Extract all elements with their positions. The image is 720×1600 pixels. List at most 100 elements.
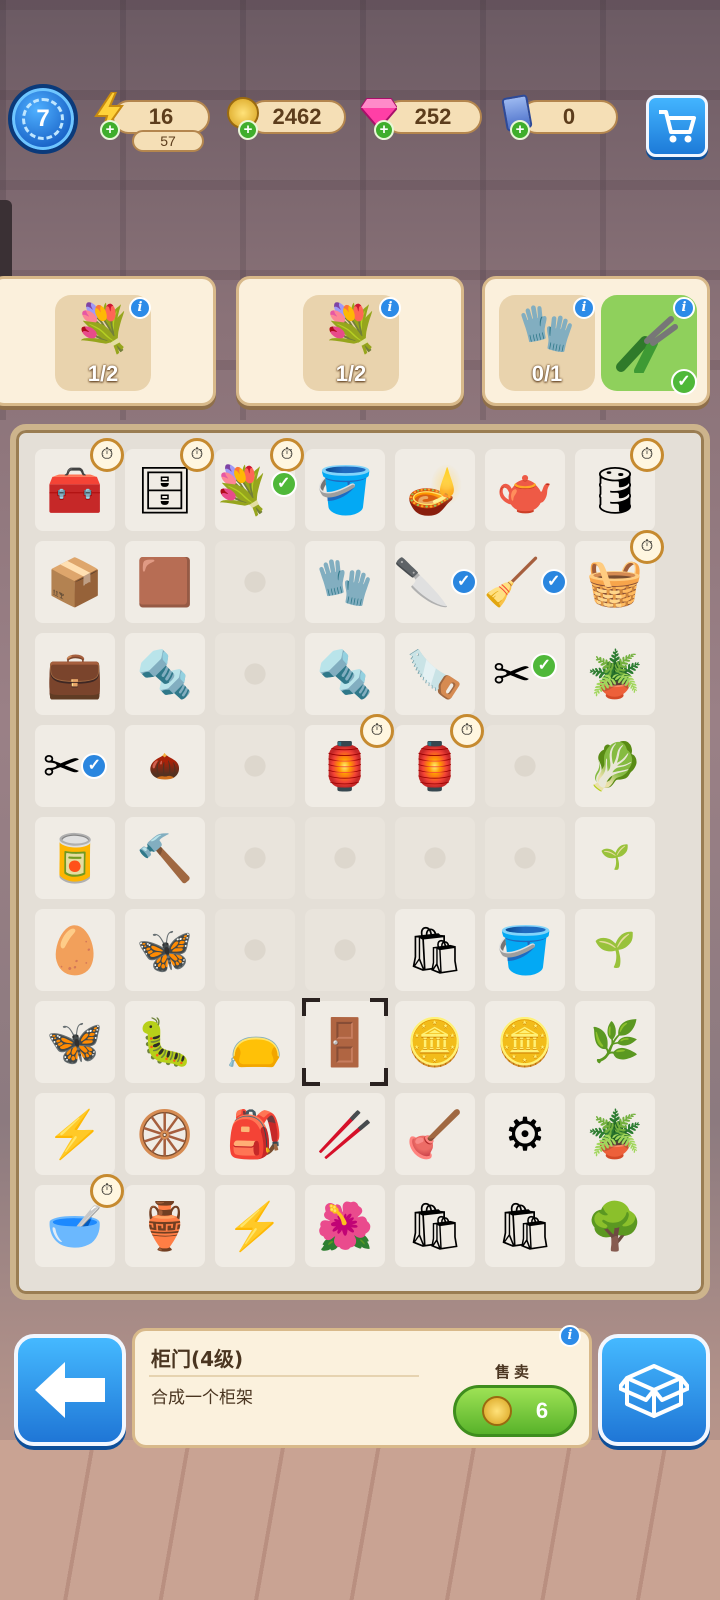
board-cell[interactable]: 🪙 (480, 996, 570, 1088)
board-cell[interactable]: 🎒 (210, 1088, 300, 1180)
board-cell-empty[interactable] (480, 812, 570, 904)
tool-bucket-icon: 🧺 (586, 556, 644, 608)
board-cell[interactable]: ⚡ (30, 1088, 120, 1180)
board-cell[interactable]: 🔩 (300, 628, 390, 720)
board-cell[interactable]: 🌰 (120, 720, 210, 812)
coin-icon (481, 1396, 512, 1426)
storage-box-button[interactable] (598, 1334, 710, 1446)
board-cell[interactable]: 🌺 (300, 1180, 390, 1272)
potted-tree-icon: 🌳 (586, 1200, 644, 1252)
coin-plus-button[interactable]: + (238, 120, 258, 140)
board-cell[interactable]: 🧹 ✓ (480, 536, 570, 628)
screw-icon: 🔩 (316, 648, 374, 700)
seeds-icon: 🌰 (148, 751, 182, 781)
board-cell-empty[interactable] (210, 904, 300, 996)
board-cell-empty[interactable] (480, 720, 570, 812)
drawer-cabinet-icon: 🗄 (135, 464, 195, 516)
energy-plus-button[interactable]: + (100, 120, 120, 140)
info-icon[interactable]: i (673, 297, 695, 319)
board-cell[interactable]: 🦋 (120, 904, 210, 996)
gem-counter[interactable]: 252 (384, 100, 482, 134)
plunger-icon: 🪠 (406, 1108, 464, 1160)
board-cell[interactable]: 🔪 ✓ (390, 536, 480, 628)
board-cell[interactable]: 🛍 (390, 1180, 480, 1272)
board-cell-empty[interactable] (390, 812, 480, 904)
wheel-icon: 🛞 (136, 1108, 194, 1160)
board-cell[interactable]: 🧤 (300, 536, 390, 628)
board-cell-empty[interactable] (210, 628, 300, 720)
coin-counter[interactable]: 2462 (248, 100, 346, 134)
info-icon[interactable]: i (559, 1325, 581, 1347)
selection-corner (370, 998, 388, 1016)
board-cell[interactable]: ⚡ (210, 1180, 300, 1272)
board-cell[interactable]: 🥚 (30, 904, 120, 996)
board-cell[interactable]: 🔨 (120, 812, 210, 904)
board-cell[interactable]: 🌱 (570, 812, 660, 904)
board-cell[interactable]: 🧺 ⏱ (570, 530, 664, 628)
board-cell[interactable]: ✂ ✓ (480, 628, 570, 720)
board-cell[interactable]: 🏮 ⏱ (300, 714, 394, 812)
board-cell-empty[interactable] (210, 720, 300, 812)
board-cell[interactable]: 💼 (30, 628, 120, 720)
info-icon[interactable]: i (379, 297, 401, 319)
back-button[interactable] (14, 1334, 126, 1446)
board-cell[interactable]: 📦 (30, 536, 120, 628)
board-cell[interactable]: 🌱 (570, 904, 660, 996)
board-cell[interactable]: 💐 ⏱ ✓ (210, 438, 304, 536)
energy-value: 16 (148, 104, 174, 129)
board-cell[interactable]: 🛢 ⏱ (570, 438, 664, 536)
board-cell[interactable]: ✂ ✓ (30, 720, 120, 812)
board-cell[interactable]: 🛍 (390, 904, 480, 996)
board-cell[interactable]: 🪠 (390, 1088, 480, 1180)
card-plus-button[interactable]: + (510, 120, 530, 140)
order-card-2[interactable]: 💐 1/2 i (236, 276, 464, 406)
check-icon: ✓ (81, 753, 108, 779)
gem-plus-button[interactable]: + (374, 120, 394, 140)
order-card-3[interactable]: 🧤 0/1 i i ✓ (482, 276, 710, 406)
sell-label: 售卖 (495, 1363, 534, 1381)
board-cell-empty[interactable] (210, 812, 300, 904)
board-cell-empty[interactable] (300, 904, 390, 996)
board-cell[interactable]: 🪴 (570, 628, 660, 720)
moth-icon: 🦋 (136, 924, 194, 976)
board-cell[interactable]: 🌳 (570, 1180, 660, 1272)
level-badge[interactable]: 7 (8, 84, 78, 154)
board-cell[interactable]: 🪙 (390, 996, 480, 1088)
seeds-icon: 🌱 (600, 844, 630, 871)
energy-cabinet-icon: ⚡ (226, 1200, 284, 1252)
board-cell[interactable]: 🏮 ⏱ (390, 714, 484, 812)
seed-sacks-icon: 🛍 (495, 1200, 555, 1252)
pliers-icon (616, 316, 678, 373)
board-cell[interactable]: 🫖 (480, 444, 570, 536)
board-cell-selected[interactable]: 🚪 (300, 996, 390, 1088)
board-cell[interactable]: 🗄 ⏱ (120, 438, 214, 536)
board-cell[interactable]: 👝 (210, 996, 300, 1088)
timer-icon: ⏱ (90, 1174, 124, 1208)
info-icon[interactable]: i (573, 297, 595, 319)
board-cell[interactable]: 🦋 (30, 996, 120, 1088)
order-card-1[interactable]: 💐 1/2 i (0, 276, 216, 406)
info-icon[interactable]: i (129, 297, 151, 319)
board-cell[interactable]: 🛞 (120, 1088, 210, 1180)
board-cell[interactable]: 🐛 (120, 996, 210, 1088)
board-cell-empty[interactable] (210, 536, 300, 628)
board-cell[interactable]: 🪚 (390, 628, 480, 720)
board-cell[interactable]: 🟫 (120, 536, 210, 628)
board-cell[interactable]: ⚙ (480, 1088, 570, 1180)
board-cell[interactable]: 🛍 (480, 1180, 570, 1272)
board-cell[interactable]: 🪣 (300, 444, 390, 536)
board-cell[interactable]: 🌿 (570, 996, 660, 1088)
board-cell[interactable]: 🥫 (30, 812, 120, 904)
board-cell[interactable]: 🪣 (480, 904, 570, 996)
board-cell[interactable]: 🪴 (570, 1088, 660, 1180)
board-cell-empty[interactable] (300, 812, 390, 904)
board-cell[interactable]: 🏺 (120, 1180, 210, 1272)
sell-button[interactable]: 6 (453, 1385, 577, 1437)
board-cell[interactable]: 🪔 (390, 444, 480, 536)
board-cell[interactable]: 🧰 ⏱ (30, 438, 124, 536)
board-cell[interactable]: 🥢 (300, 1088, 390, 1180)
board-cell[interactable]: 🥬 (570, 720, 660, 812)
board-cell[interactable]: 🔩 (120, 628, 210, 720)
board-cell[interactable]: 🥣 ⏱ (30, 1174, 124, 1272)
shop-cart-button[interactable] (646, 95, 708, 157)
